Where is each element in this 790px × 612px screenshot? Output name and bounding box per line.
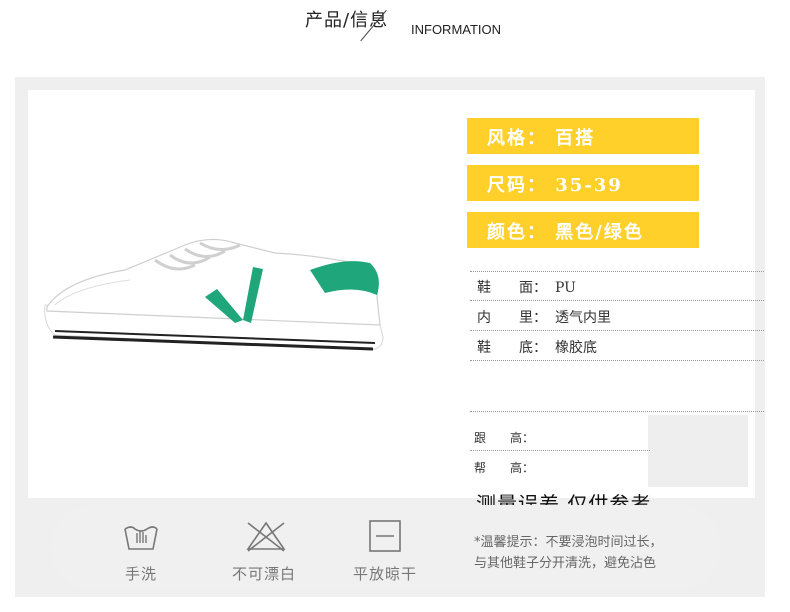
no-bleach-label: 不可漂白: [231, 565, 296, 583]
color-tag: 颜色： 黑色/绿色: [467, 212, 699, 248]
no-bleach-icon: [244, 519, 286, 553]
spec-row-sole: 鞋 底： 橡胶底: [477, 337, 597, 357]
spec-label: 鞋 底：: [477, 340, 547, 356]
divider: [470, 330, 764, 331]
section-title-cn: 产品/信息: [305, 10, 389, 31]
care-tip-line-1: *温馨提示：不要浸泡时间过长，: [474, 535, 663, 550]
care-hand-wash: 手洗: [96, 519, 186, 584]
size-tag-text: 尺码： 35-39: [487, 175, 623, 196]
hand-wash-label: 手洗: [124, 565, 157, 583]
spec-label: 内 里：: [477, 310, 547, 326]
style-tag: 风格： 百搭: [467, 118, 699, 154]
care-tip: *温馨提示：不要浸泡时间过长， 与其他鞋子分开清洗，避免沾色: [474, 532, 663, 574]
spec-label: 鞋 面：: [477, 280, 547, 296]
divider: [470, 411, 764, 412]
spec-row-lining: 内 里： 透气内里: [477, 307, 611, 327]
measure-label: 跟 高：: [474, 431, 535, 445]
sneaker-image: [44, 238, 384, 351]
measure-label: 帮 高：: [474, 461, 535, 475]
divider: [470, 360, 764, 361]
divider: [470, 300, 764, 301]
spec-value: 橡胶底: [555, 340, 597, 356]
section-title-en: INFORMATION: [411, 22, 502, 37]
care-no-bleach: 不可漂白: [219, 519, 309, 584]
hand-wash-icon: [121, 519, 161, 553]
heel-height-row: 跟 高：: [474, 429, 534, 446]
care-tip-line-2: 与其他鞋子分开清洗，避免沾色: [474, 556, 657, 571]
size-tag: 尺码： 35-39: [467, 165, 699, 201]
divider: [470, 450, 650, 451]
shaft-height-row: 帮 高：: [474, 459, 534, 476]
spec-row-upper: 鞋 面： PU: [477, 277, 576, 297]
dry-flat-label: 平放晾干: [352, 565, 417, 583]
care-instructions-bar: 手洗 不可漂白 平放晾干 *温馨提示：不要浸泡时间过长， 与其他鞋子分开清洗，避…: [51, 505, 720, 590]
divider: [470, 271, 764, 272]
care-dry-flat: 平放晾干: [340, 519, 430, 584]
spec-value: PU: [555, 280, 576, 296]
color-tag-text: 颜色： 黑色/绿色: [487, 222, 644, 243]
style-tag-text: 风格： 百搭: [487, 128, 596, 149]
dry-flat-icon: [365, 519, 405, 553]
measure-placeholder: [648, 415, 748, 487]
spec-value: 透气内里: [555, 310, 611, 326]
